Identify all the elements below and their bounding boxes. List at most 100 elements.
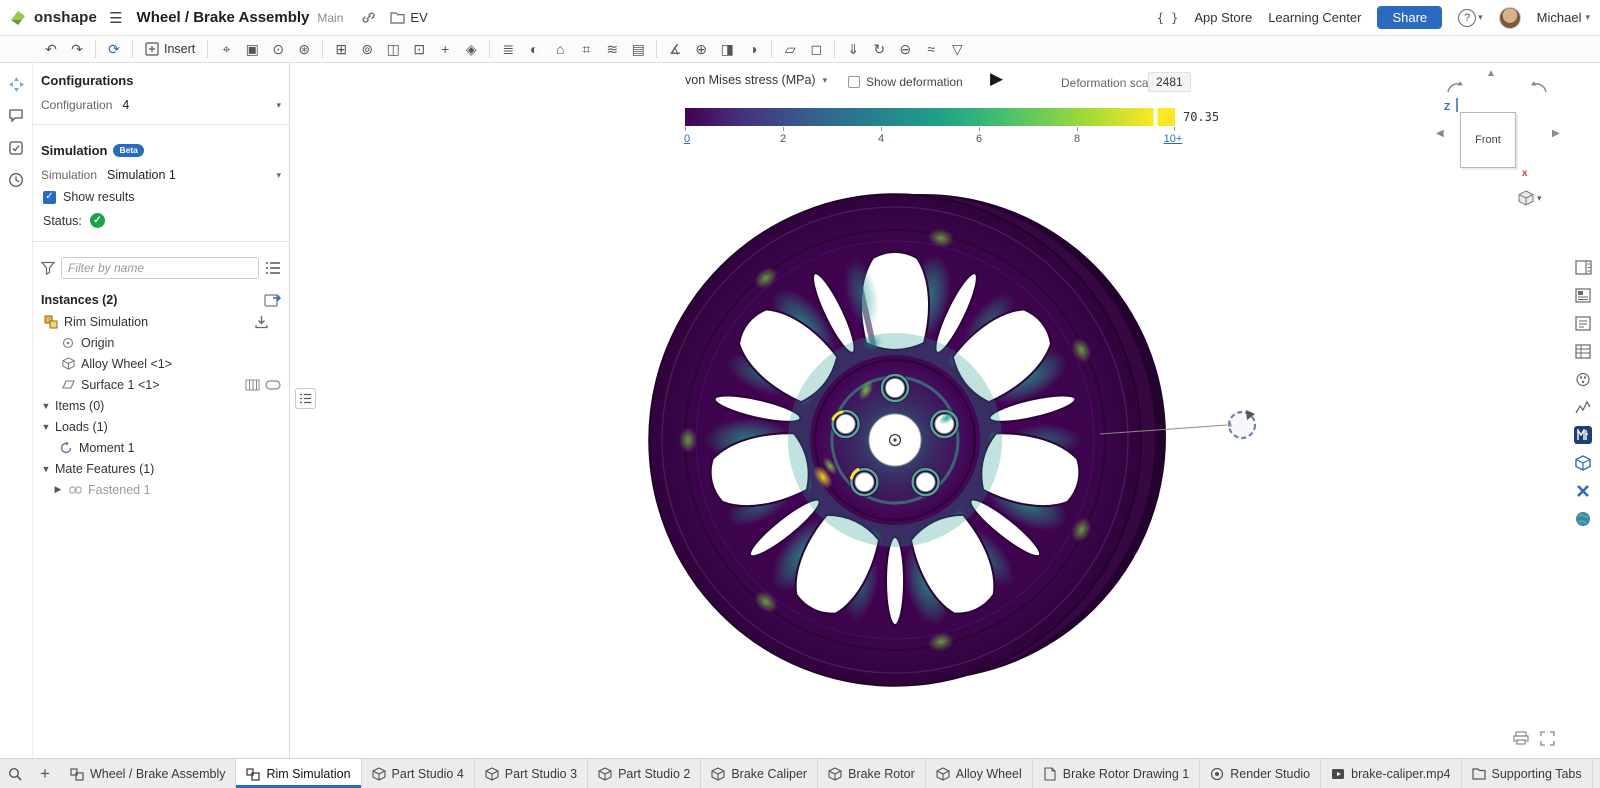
fit-view-icon[interactable]: [1538, 729, 1556, 747]
comment-icon[interactable]: ◻: [803, 38, 829, 60]
print-icon[interactable]: [1512, 729, 1530, 747]
history-icon[interactable]: [6, 170, 26, 190]
appearance-icon[interactable]: ◑: [740, 38, 766, 60]
result-type-dropdown[interactable]: von Mises stress (MPa) ▾: [685, 73, 827, 87]
doc-tab-part-studio-2[interactable]: Part Studio 2: [588, 759, 701, 788]
tree-group-items[interactable]: ▼ Items (0): [33, 395, 289, 416]
doc-tab-part-studio-3[interactable]: Part Studio 3: [475, 759, 588, 788]
featurescript-icon[interactable]: { }: [1157, 11, 1179, 25]
bearing-load-icon[interactable]: ⊖: [892, 38, 918, 60]
doc-tab-brake-rotor-drawing-1[interactable]: Brake Rotor Drawing 1: [1033, 759, 1200, 788]
structure-icon[interactable]: ≋: [599, 38, 625, 60]
app-extension-globe-icon[interactable]: [1574, 509, 1593, 528]
override-export-icon[interactable]: [254, 315, 269, 329]
parts-panel-icon[interactable]: [1574, 286, 1593, 305]
doc-tab-render-studio[interactable]: Render Studio: [1200, 759, 1321, 788]
workspace-name[interactable]: Main: [317, 11, 343, 25]
pressure-load-icon[interactable]: ≈: [918, 38, 944, 60]
wheel-stress-render[interactable]: [630, 175, 1290, 705]
named-positions-icon[interactable]: ≣: [495, 38, 521, 60]
doc-tab-brake-rotor[interactable]: Brake Rotor: [818, 759, 926, 788]
hidden-state-icon[interactable]: [265, 380, 281, 390]
mate-icon[interactable]: ⌖: [213, 38, 239, 60]
doc-tab-part-studio-4[interactable]: Part Studio 4: [362, 759, 475, 788]
configuration-dropdown[interactable]: Configuration 4 ▾: [33, 94, 289, 116]
moment-load-icon[interactable]: ↻: [866, 38, 892, 60]
comments-icon[interactable]: [6, 106, 26, 126]
bom-table-icon[interactable]: ▤: [625, 38, 651, 60]
gravity-load-icon[interactable]: ▽: [944, 38, 970, 60]
insert-instance-icon[interactable]: [264, 292, 281, 307]
show-deformation-checkbox-row[interactable]: Show deformation: [848, 75, 963, 89]
app-extension-cube-icon[interactable]: [1574, 453, 1593, 472]
app-store-link[interactable]: App Store: [1194, 10, 1252, 25]
insert-button[interactable]: Insert: [138, 38, 202, 60]
user-avatar[interactable]: [1499, 7, 1521, 29]
chevron-down-icon[interactable]: ▼: [39, 464, 53, 474]
force-load-icon[interactable]: ⇓: [840, 38, 866, 60]
section-view-icon[interactable]: ◨: [714, 38, 740, 60]
redo-icon[interactable]: ↷: [64, 38, 90, 60]
frame-icon[interactable]: ⌗: [573, 38, 599, 60]
user-menu[interactable]: Michael ▾: [1537, 10, 1590, 25]
explode-view-icon[interactable]: ◈: [458, 38, 484, 60]
measure-icon[interactable]: ∡: [662, 38, 688, 60]
project-breadcrumb[interactable]: EV: [390, 10, 427, 25]
bom-panel-icon[interactable]: [1574, 342, 1593, 361]
doc-tab-brake-caliper-mp4[interactable]: brake-caliper.mp4: [1321, 759, 1461, 788]
legend-min-link[interactable]: 0: [684, 133, 690, 145]
tasks-icon[interactable]: [6, 138, 26, 158]
display-states-icon[interactable]: ◐: [521, 38, 547, 60]
show-results-checkbox[interactable]: ✓: [43, 191, 56, 204]
appearance-panel-icon[interactable]: [1574, 370, 1593, 389]
legend-max-link[interactable]: 10+: [1164, 133, 1183, 145]
simulation-dropdown[interactable]: Simulation Simulation 1 ▾: [33, 164, 289, 186]
view-options-menu[interactable]: ▾: [1518, 190, 1542, 206]
chevron-down-icon[interactable]: ▼: [39, 401, 53, 411]
view-cube-front-face[interactable]: Front: [1460, 112, 1516, 168]
show-results-checkbox-row[interactable]: ✓ Show results: [33, 186, 289, 208]
mass-properties-icon[interactable]: ⊕: [688, 38, 714, 60]
sheet-metal-icon[interactable]: ⌂: [547, 38, 573, 60]
follow-mode-icon[interactable]: [6, 74, 26, 94]
app-extension-x-icon[interactable]: [1574, 481, 1593, 500]
tree-item-rim-simulation[interactable]: Rim Simulation: [33, 311, 289, 332]
undo-icon[interactable]: ↶: [38, 38, 64, 60]
help-menu[interactable]: ? ▾: [1458, 9, 1483, 27]
filter-by-name-input[interactable]: [61, 257, 259, 279]
mate-connector-icon[interactable]: ⊙: [265, 38, 291, 60]
share-button[interactable]: Share: [1377, 6, 1442, 29]
search-tabs-icon[interactable]: [0, 759, 30, 788]
app-extension-mh-icon[interactable]: [1574, 426, 1592, 444]
drawing-icon[interactable]: ▱: [777, 38, 803, 60]
tree-item-fastened-1[interactable]: ▶ Fastened 1: [33, 479, 289, 500]
view-cube[interactable]: ▲ ◀ ▶ Front Z x ▾: [1430, 68, 1570, 218]
circular-pattern-icon[interactable]: ⊚: [354, 38, 380, 60]
configuration-panel-icon[interactable]: [1574, 314, 1593, 333]
deformation-scale-value[interactable]: 2481: [1148, 72, 1191, 92]
snap-mode-icon[interactable]: +: [432, 38, 458, 60]
copy-link-icon[interactable]: [361, 10, 376, 25]
tree-item-moment-1[interactable]: Moment 1: [33, 437, 289, 458]
rotate-up-arrow[interactable]: ▲: [1486, 68, 1496, 79]
doc-tab-wheel-br-truncated[interactable]: Wheel / Br: [1593, 759, 1600, 788]
roll-ccw-arrow[interactable]: [1446, 80, 1464, 94]
rotate-right-arrow[interactable]: ▶: [1552, 128, 1560, 139]
tree-group-loads[interactable]: ▼ Loads (1): [33, 416, 289, 437]
filter-icon[interactable]: [41, 261, 55, 275]
play-animation-button[interactable]: ▶: [990, 69, 1003, 89]
show-deformation-checkbox[interactable]: [848, 76, 860, 88]
roll-cw-arrow[interactable]: [1530, 80, 1548, 94]
update-sync-icon[interactable]: ⟳: [101, 38, 127, 60]
hamburger-menu-icon[interactable]: ☰: [109, 9, 122, 27]
doc-tab-alloy-wheel[interactable]: Alloy Wheel: [926, 759, 1033, 788]
simulation-panel-icon[interactable]: [1574, 398, 1593, 417]
add-tab-button[interactable]: +: [30, 759, 60, 788]
onshape-logo[interactable]: onshape: [8, 8, 97, 28]
chevron-right-icon[interactable]: ▶: [51, 484, 65, 495]
list-view-icon[interactable]: [265, 261, 281, 275]
panel-list-toggle-button[interactable]: [295, 388, 316, 409]
tree-group-mate-features[interactable]: ▼ Mate Features (1): [33, 458, 289, 479]
tree-item-origin[interactable]: Origin: [33, 332, 289, 353]
group-icon[interactable]: ▣: [239, 38, 265, 60]
